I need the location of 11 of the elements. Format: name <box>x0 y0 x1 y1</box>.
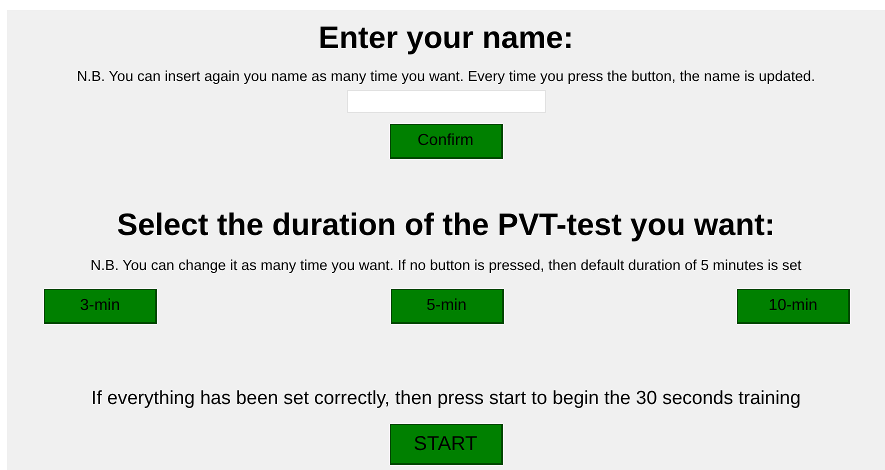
duration-button[interactable]: 3-min <box>44 289 157 324</box>
duration-button[interactable]: 10-min <box>737 289 850 324</box>
duration-button[interactable]: 5-min <box>390 289 504 324</box>
section-title: Enter your name: <box>318 20 574 56</box>
section-title: Select the duration of the PVT-test you want: <box>117 207 775 243</box>
start-button[interactable]: START <box>390 424 502 465</box>
confirm-button[interactable]: Confirm <box>390 124 502 159</box>
note-text: N.B. You can change it as many time you want. If no button is pressed, then default duration of 5 minutes is set <box>90 257 802 275</box>
name-input-field[interactable] <box>346 90 546 113</box>
note-text: N.B. You can insert again you name as many time you want. Every time you press the button, the name is updated. <box>76 68 816 86</box>
instruction-text: If everything has been set correctly, then press start to begin the 30 seconds training <box>91 388 801 410</box>
